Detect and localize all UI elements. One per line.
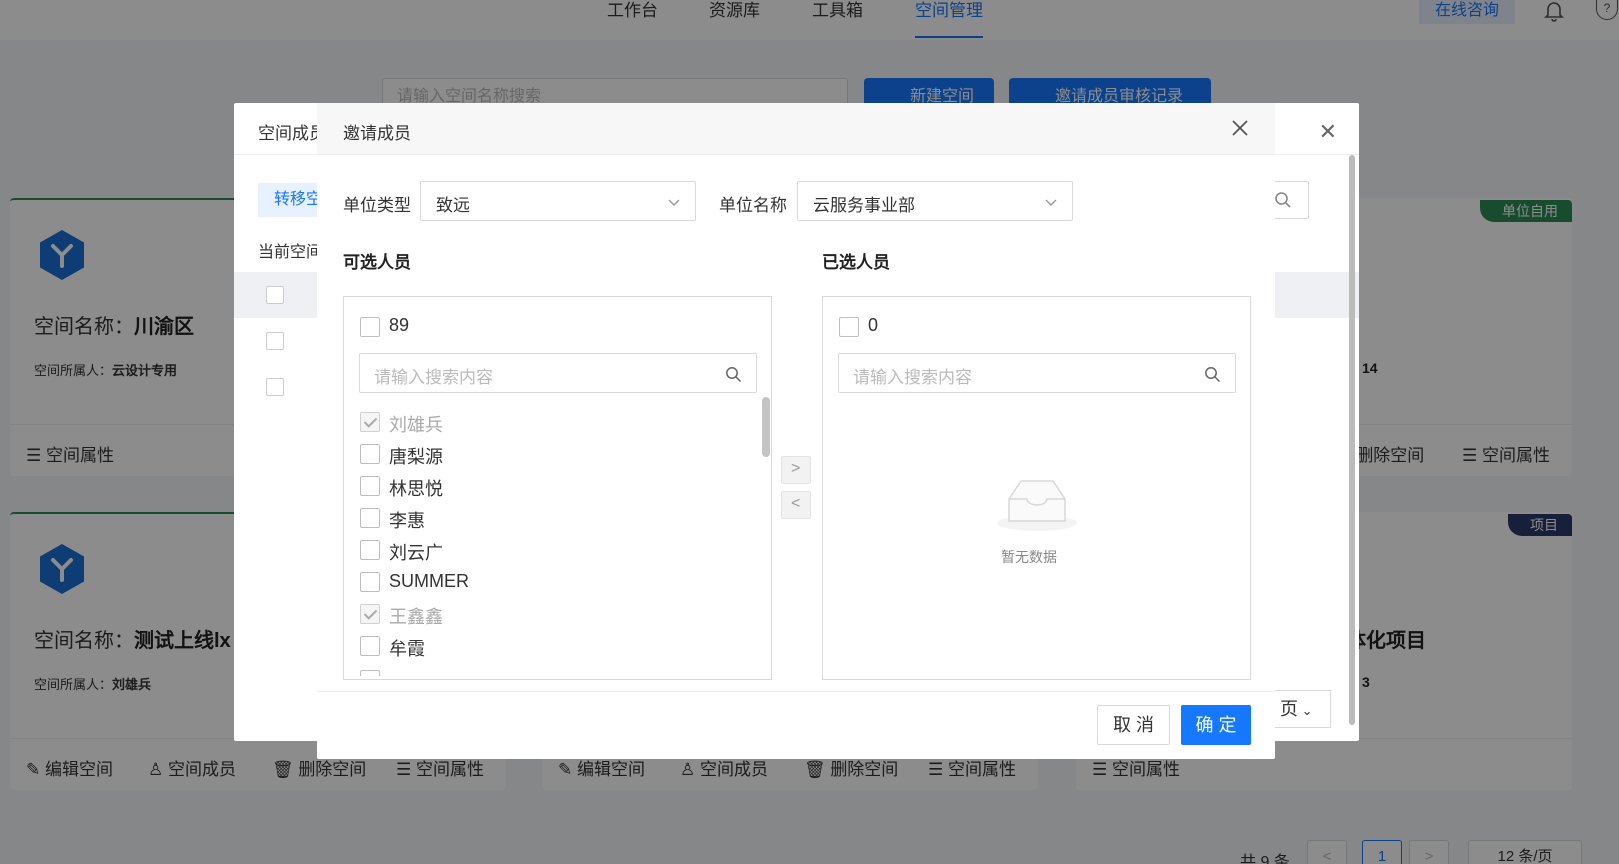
person-checkbox[interactable] <box>360 540 380 560</box>
list-item[interactable]: 林思悦 <box>359 470 749 502</box>
current-space-label: 当前空间 <box>258 244 323 261</box>
space-members-title: 空间成员 <box>258 124 326 143</box>
list-item[interactable]: SUMMER <box>359 566 749 598</box>
person-checkbox[interactable] <box>360 636 380 656</box>
select-all-selected-checkbox[interactable] <box>839 317 859 337</box>
person-checkbox <box>360 412 380 432</box>
unit-name-label: 单位名称 <box>719 196 787 215</box>
list-item <box>359 664 749 676</box>
selected-search-input[interactable]: 请输入搜索内容 <box>838 353 1236 393</box>
person-checkbox[interactable] <box>360 670 380 676</box>
search-icon <box>726 367 742 383</box>
close-icon[interactable]: ✕ <box>1319 119 1337 145</box>
person-checkbox[interactable] <box>360 444 380 464</box>
invite-modal-header: 邀请成员 <box>317 103 1275 155</box>
selected-people-title: 已选人员 <box>822 253 890 272</box>
available-people-list: 刘雄兵 唐梨源 林思悦 李惠 刘云广 SUMMER 王鑫鑫 牟霞 <box>359 406 763 676</box>
list-item: 刘雄兵 <box>359 406 749 438</box>
person-checkbox[interactable] <box>360 476 380 496</box>
person-name: SUMMER <box>389 571 469 591</box>
available-people-title: 可选人员 <box>343 253 411 272</box>
person-name: 刘雄兵 <box>389 415 443 435</box>
unit-type-label: 单位类型 <box>343 196 411 215</box>
list-item[interactable]: 牟霞 <box>359 630 749 662</box>
unit-type-select[interactable]: 致远 <box>420 181 696 221</box>
modal-scrollbar[interactable] <box>1349 155 1355 725</box>
available-count: 89 <box>389 315 410 335</box>
cancel-button[interactable]: 取 消 <box>1097 705 1170 745</box>
list-scrollbar[interactable] <box>762 397 770 457</box>
invite-modal-title: 邀请成员 <box>343 124 411 143</box>
available-search-input[interactable]: 请输入搜索内容 <box>359 353 757 393</box>
list-item[interactable]: 唐梨源 <box>359 438 749 470</box>
row-checkbox[interactable] <box>266 332 284 350</box>
unit-type-value: 致远 <box>436 196 470 215</box>
empty-inbox-icon <box>997 480 1077 531</box>
person-name: 李惠 <box>389 511 425 531</box>
search-placeholder: 请输入搜索内容 <box>374 368 493 387</box>
person-name: 唐梨源 <box>389 447 443 467</box>
chevron-down-icon <box>1045 199 1057 206</box>
list-item[interactable]: 李惠 <box>359 502 749 534</box>
person-name: 刘云广 <box>389 543 443 563</box>
unit-name-select[interactable]: 云服务事业部 <box>797 181 1073 221</box>
close-icon[interactable] <box>1229 117 1251 139</box>
person-checkbox <box>360 604 380 624</box>
confirm-button[interactable]: 确 定 <box>1181 705 1251 745</box>
search-icon <box>1275 192 1291 208</box>
move-right-button[interactable]: > <box>781 456 811 484</box>
person-checkbox[interactable] <box>360 508 380 528</box>
invite-modal-footer: 取 消 确 定 <box>317 691 1275 759</box>
search-icon <box>1205 367 1221 383</box>
list-item[interactable]: 刘云广 <box>359 534 749 566</box>
empty-text: 暂无数据 <box>1001 549 1057 565</box>
move-left-button[interactable]: < <box>781 491 811 519</box>
person-name: 林思悦 <box>389 479 443 499</box>
invite-members-modal: 邀请成员 单位类型 致远 单位名称 云服务事业部 可选人员 已选人员 89 请输… <box>317 103 1275 759</box>
chevron-down-icon <box>668 199 680 206</box>
selected-people-panel: 0 请输入搜索内容 暂无数据 <box>822 296 1251 680</box>
list-item: 王鑫鑫 <box>359 598 749 630</box>
selected-count: 0 <box>868 315 879 335</box>
person-checkbox[interactable] <box>360 572 380 592</box>
person-name: 王鑫鑫 <box>389 607 443 627</box>
unit-name-value: 云服务事业部 <box>813 196 915 215</box>
available-people-panel: 89 请输入搜索内容 刘雄兵 唐梨源 林思悦 李惠 刘云广 SUMMER 王鑫鑫… <box>343 296 772 680</box>
person-name: 牟霞 <box>389 639 425 659</box>
row-checkbox[interactable] <box>266 378 284 396</box>
select-all-available-checkbox[interactable] <box>360 317 380 337</box>
select-all-checkbox[interactable] <box>266 286 284 304</box>
search-placeholder: 请输入搜索内容 <box>853 368 972 387</box>
